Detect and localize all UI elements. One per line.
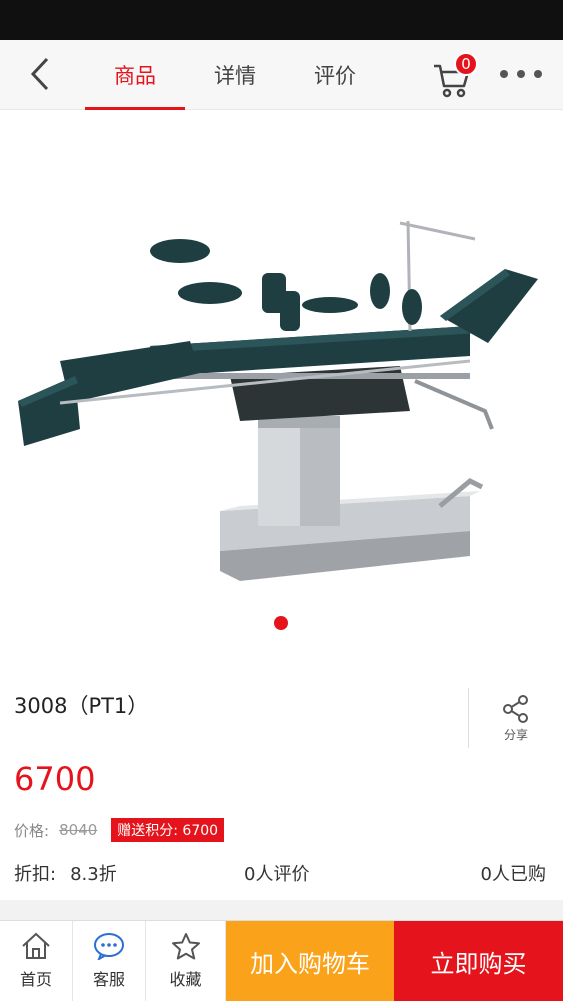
points-badge: 赠送积分: 6700 <box>111 818 225 842</box>
add-to-cart-button[interactable]: 加入购物车 <box>226 921 394 1001</box>
top-navigation: 商品 详情 评价 0 <box>0 40 563 110</box>
discount-label: 折扣: <box>14 864 57 885</box>
gallery-page-indicator[interactable] <box>274 616 288 630</box>
customer-service-button[interactable]: 客服 <box>73 921 146 1001</box>
bottom-action-bar: 首页 客服 收藏 加入购物车 立即购买 <box>0 920 563 1001</box>
share-label: 分享 <box>503 728 528 742</box>
customer-service-label: 客服 <box>92 970 125 989</box>
back-button[interactable] <box>22 54 58 94</box>
tab-details[interactable]: 详情 <box>185 40 285 110</box>
review-count: 0人评价 <box>244 864 310 885</box>
product-image-gallery[interactable] <box>0 111 563 651</box>
favorite-button[interactable]: 收藏 <box>146 921 226 1001</box>
tab-goods[interactable]: 商品 <box>85 40 185 110</box>
original-price-row: 价格: 8040 赠送积分: 6700 <box>14 818 225 842</box>
product-title: 3008（PT1） <box>14 694 149 718</box>
status-bar <box>0 0 563 40</box>
sold-count: 0人已购 <box>480 864 546 885</box>
section-divider <box>0 900 563 920</box>
home-label: 首页 <box>19 970 52 989</box>
buy-now-button[interactable]: 立即购买 <box>394 921 563 1001</box>
more-dots-icon <box>500 70 508 78</box>
share-button[interactable]: 分享 <box>490 694 542 750</box>
current-price: 6700 <box>14 760 96 798</box>
original-price: 8040 <box>59 821 98 839</box>
chevron-left-icon <box>30 57 49 91</box>
divider <box>468 688 469 748</box>
discount: 折扣: 8.3折 <box>14 860 117 886</box>
discount-value: 8.3折 <box>70 864 117 885</box>
tab-reviews[interactable]: 评价 <box>285 40 385 110</box>
favorite-label: 收藏 <box>169 970 202 989</box>
home-button[interactable]: 首页 <box>0 921 73 1001</box>
home-icon <box>22 932 50 959</box>
cart-count-badge: 0 <box>454 52 478 76</box>
share-icon <box>503 695 528 723</box>
stats-row: 折扣: 8.3折 0人评价 0人已购 <box>14 860 546 888</box>
star-icon <box>171 933 200 960</box>
chat-bubble-icon <box>94 933 124 960</box>
surgical-table-photo <box>18 220 538 581</box>
more-button[interactable] <box>500 62 542 86</box>
product-info: 3008（PT1） 分享 6700 价格: 8040 赠送积分: 6700 折扣… <box>0 660 563 900</box>
cart-button[interactable]: 0 <box>432 52 482 98</box>
original-price-label: 价格: <box>14 821 50 840</box>
